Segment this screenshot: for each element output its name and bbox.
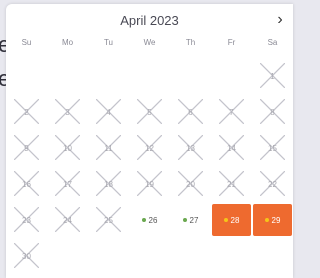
day-number: 4	[106, 107, 111, 117]
weekday-label: Sa	[267, 38, 278, 47]
day-number: 13	[186, 143, 195, 153]
day-cell-unavailable: 18	[88, 166, 129, 202]
calendar-header: April 2023 ›	[6, 4, 293, 38]
day-cell-selected[interactable]: 28	[211, 202, 252, 238]
day-cell-unavailable: 7	[211, 94, 252, 130]
day-cell-unavailable: 13	[170, 130, 211, 166]
day-number: 17	[63, 179, 72, 189]
day-number: 10	[63, 143, 72, 153]
day-cell-unavailable: 1	[252, 58, 293, 94]
day-number: 12	[145, 143, 154, 153]
day-grid: 1 2 3 4 5 6 7 8 9 10 11 12 13 14 15 16 17 18 19 20 21 22 23 24 2…	[6, 58, 293, 274]
empty-day-cell	[170, 58, 211, 94]
day-cell-available[interactable]: 27	[170, 202, 211, 238]
day-number: 16	[22, 179, 31, 189]
empty-day-cell	[47, 58, 88, 94]
day-number: 2	[24, 107, 29, 117]
day-number: 25	[104, 215, 113, 225]
day-cell-selected[interactable]: 29	[252, 202, 293, 238]
day-number: 11	[104, 143, 113, 153]
day-cell-unavailable: 2	[6, 94, 47, 130]
day-cell-unavailable: 8	[252, 94, 293, 130]
day-number: 28	[230, 215, 240, 225]
chevron-right-icon: ›	[277, 11, 283, 28]
empty-day-cell	[6, 58, 47, 94]
date-picker-calendar: April 2023 › Su Mo Tu We Th Fr Sa 123456…	[6, 4, 293, 278]
day-number: 19	[145, 179, 154, 189]
day-cell-unavailable: 19	[129, 166, 170, 202]
availability-dot-icon	[264, 218, 269, 223]
weekday-label: We	[143, 38, 156, 47]
day-number: 1	[270, 71, 275, 81]
day-cell-unavailable: 25	[88, 202, 129, 238]
day-cell-unavailable: 5	[129, 94, 170, 130]
day-number: 26	[148, 215, 158, 225]
day-number: 9	[24, 143, 29, 153]
day-number: 29	[271, 215, 281, 225]
next-month-button[interactable]: ›	[271, 9, 289, 31]
day-number: 20	[186, 179, 195, 189]
day-number: 24	[63, 215, 72, 225]
weekday-label: Su	[21, 38, 32, 47]
day-cell-unavailable: 21	[211, 166, 252, 202]
day-number: 23	[22, 215, 31, 225]
day-cell-unavailable: 11	[88, 130, 129, 166]
day-cell-unavailable: 23	[6, 202, 47, 238]
day-cell-unavailable: 16	[6, 166, 47, 202]
day-number: 21	[227, 179, 236, 189]
weekday-header-row: Su Mo Tu We Th Fr Sa	[6, 38, 293, 58]
empty-day-cell	[129, 58, 170, 94]
day-cell-unavailable: 3	[47, 94, 88, 130]
day-number: 15	[268, 143, 277, 153]
month-label: April 2023	[120, 13, 179, 28]
day-number: 6	[188, 107, 193, 117]
day-cell-unavailable: 4	[88, 94, 129, 130]
day-cell-unavailable: 22	[252, 166, 293, 202]
day-number: 8	[270, 107, 275, 117]
weekday-label: Fr	[227, 38, 236, 47]
day-content: 28	[223, 215, 240, 225]
day-cell-unavailable: 10	[47, 130, 88, 166]
availability-dot-icon	[141, 218, 146, 223]
day-number: 7	[229, 107, 234, 117]
day-content: 27	[182, 215, 199, 225]
day-content: 26	[141, 215, 158, 225]
weekday-label: Mo	[61, 38, 74, 47]
day-cell-unavailable: 9	[6, 130, 47, 166]
availability-dot-icon	[182, 218, 187, 223]
day-cell-unavailable: 6	[170, 94, 211, 130]
weekday-label: Tu	[103, 38, 114, 47]
empty-day-cell	[88, 58, 129, 94]
day-number: 14	[227, 143, 236, 153]
day-content: 29	[264, 215, 281, 225]
day-number: 3	[65, 107, 70, 117]
day-number: 5	[147, 107, 152, 117]
day-cell-unavailable: 12	[129, 130, 170, 166]
day-cell-unavailable: 30	[6, 238, 47, 274]
day-cell-unavailable: 24	[47, 202, 88, 238]
weekday-label: Th	[185, 38, 196, 47]
day-cell-available[interactable]: 26	[129, 202, 170, 238]
day-number: 30	[22, 251, 31, 261]
availability-dot-icon	[223, 218, 228, 223]
day-cell-unavailable: 15	[252, 130, 293, 166]
day-number: 27	[189, 215, 199, 225]
day-cell-unavailable: 14	[211, 130, 252, 166]
day-number: 22	[268, 179, 277, 189]
day-cell-unavailable: 17	[47, 166, 88, 202]
empty-day-cell	[211, 58, 252, 94]
day-cell-unavailable: 20	[170, 166, 211, 202]
day-number: 18	[104, 179, 113, 189]
